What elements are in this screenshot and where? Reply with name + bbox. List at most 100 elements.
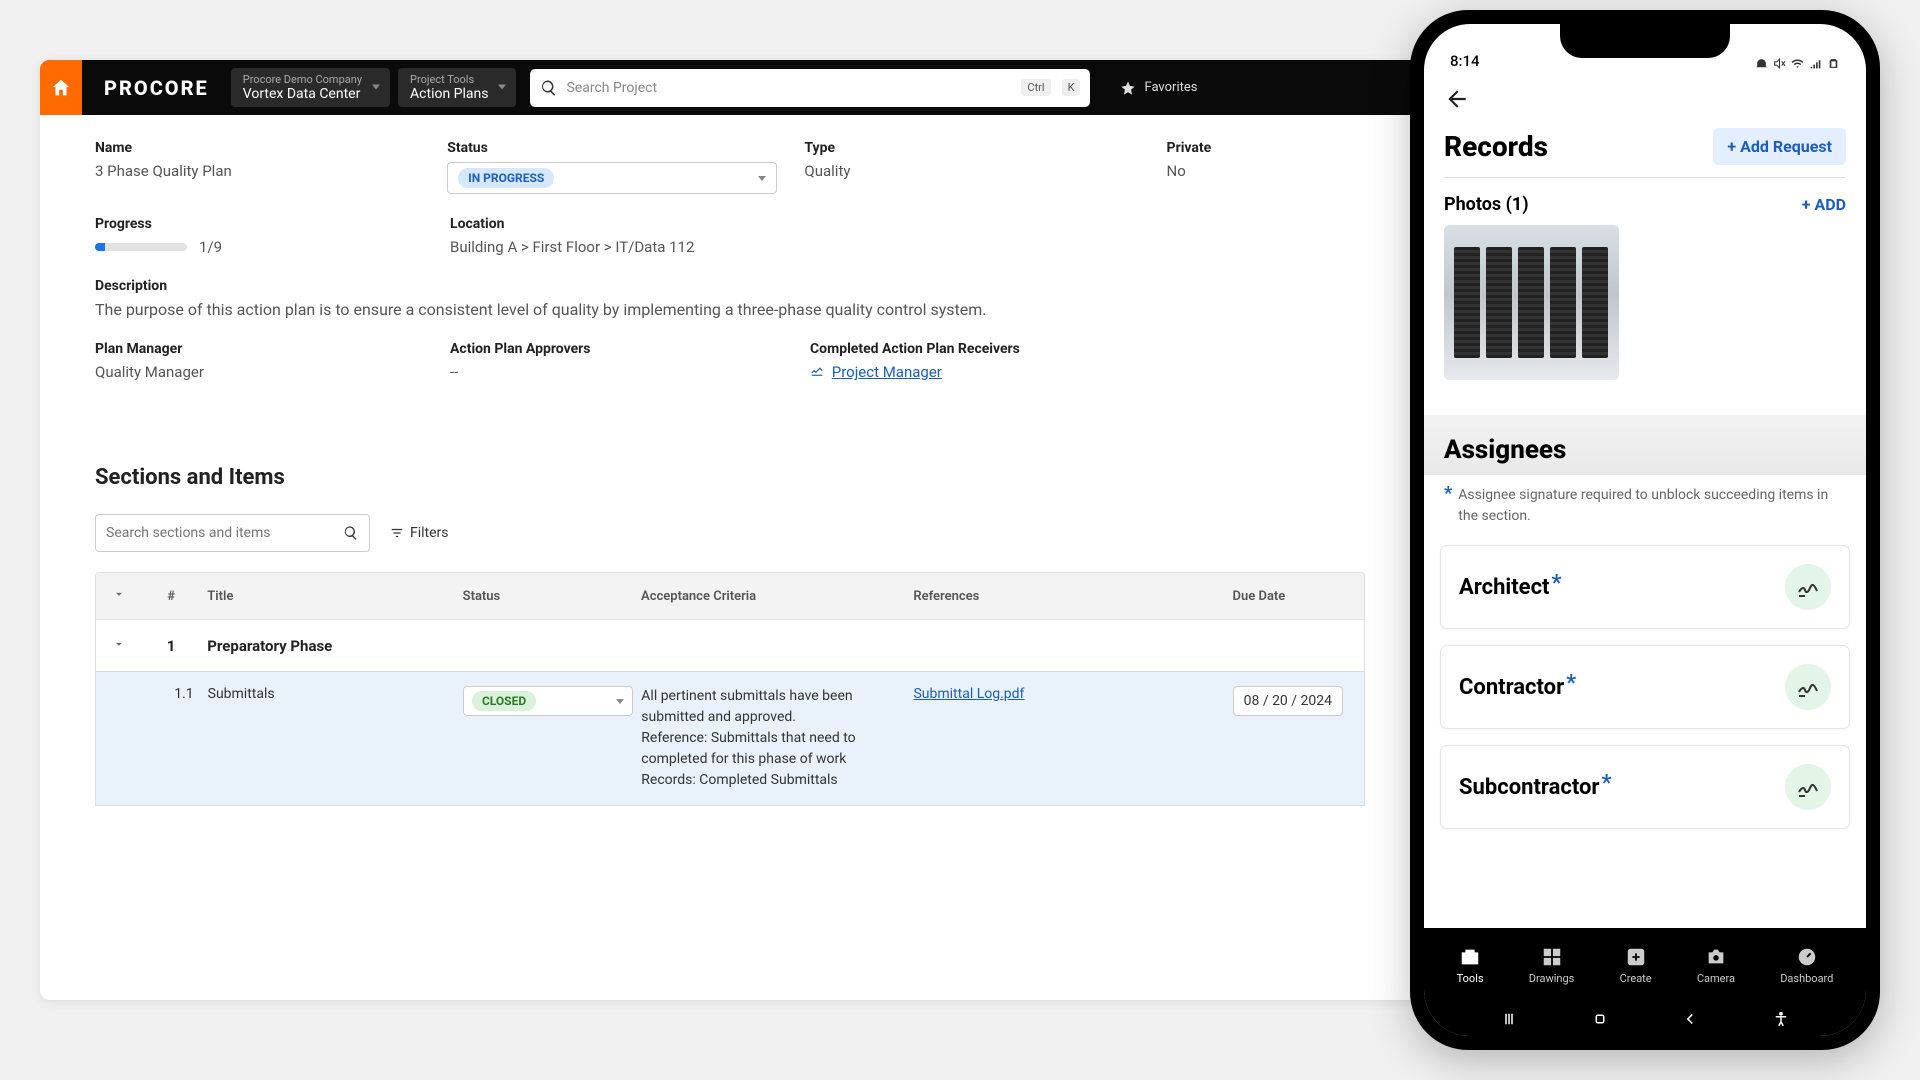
assignee-name: Subcontractor — [1459, 775, 1599, 800]
signature-icon — [1796, 775, 1820, 799]
home-nav-icon[interactable] — [1591, 1010, 1609, 1028]
signature-icon — [1796, 675, 1820, 699]
type-label: Type — [804, 140, 1166, 156]
status-badge: CLOSED — [472, 691, 536, 711]
name-value: 3 Phase Quality Plan — [95, 162, 447, 180]
desktop-window: PROCORE Procore Demo Company Vortex Data… — [40, 60, 1420, 1000]
signature-icon — [810, 363, 824, 381]
progress-bar — [95, 243, 187, 251]
assignee-card[interactable]: Architect* — [1440, 545, 1850, 629]
recents-icon[interactable] — [1500, 1010, 1518, 1028]
tab-dashboard[interactable]: Dashboard — [1780, 946, 1833, 985]
company-label: Procore Demo Company — [243, 73, 362, 86]
col-due: Due Date — [1233, 589, 1364, 604]
item-title: Submittals — [200, 686, 463, 702]
app-logo: PROCORE — [104, 76, 209, 100]
phone-tabbar: Tools Drawings Create Camera Dashboard — [1424, 928, 1866, 1002]
sign-button[interactable] — [1785, 564, 1831, 610]
status-label: Status — [447, 140, 804, 156]
filter-icon — [390, 526, 404, 540]
col-criteria: Acceptance Criteria — [641, 589, 913, 604]
accessibility-icon[interactable] — [1772, 1010, 1790, 1028]
section-row[interactable]: 1 Preparatory Phase — [96, 619, 1364, 671]
add-request-button[interactable]: + Add Request — [1713, 128, 1846, 165]
manager-label: Plan Manager — [95, 341, 450, 357]
status-select[interactable]: IN PROGRESS — [447, 162, 777, 194]
assignee-card[interactable]: Contractor* — [1440, 645, 1850, 729]
phone-time: 8:14 — [1450, 52, 1480, 70]
tab-create[interactable]: Create — [1620, 946, 1652, 985]
signature-icon — [1796, 575, 1820, 599]
kbd-ctrl: Ctrl — [1021, 79, 1050, 96]
chevron-down-icon — [758, 176, 766, 181]
search-icon — [343, 525, 359, 541]
project-search-input[interactable] — [566, 80, 1010, 96]
name-label: Name — [95, 140, 447, 156]
col-status: Status — [463, 589, 641, 604]
status-icons — [1755, 57, 1840, 70]
sections-title: Sections and Items — [95, 465, 1365, 490]
project-search[interactable]: Ctrl K — [530, 69, 1090, 107]
item-status-select[interactable]: CLOSED — [463, 686, 633, 716]
tools-value: Action Plans — [410, 86, 488, 103]
phone-screen: 8:14 Records + Add Request Photos (1) + … — [1424, 24, 1866, 1036]
approvers-value: -- — [450, 363, 810, 381]
photo-thumbnail[interactable] — [1444, 225, 1619, 380]
phone-notch — [1560, 24, 1730, 58]
phone-frame: 8:14 Records + Add Request Photos (1) + … — [1410, 10, 1880, 1050]
company-value: Vortex Data Center — [243, 86, 362, 103]
section-title: Preparatory Phase — [199, 637, 462, 655]
private-label: Private — [1167, 140, 1365, 156]
tab-camera[interactable]: Camera — [1697, 946, 1735, 985]
chevron-down-icon — [616, 699, 624, 704]
back-button[interactable] — [1444, 80, 1846, 128]
company-dropdown[interactable]: Procore Demo Company Vortex Data Center — [231, 68, 390, 108]
assignees-note-text: Assignee signature required to unblock s… — [1458, 485, 1846, 527]
favorites-button[interactable]: Favorites — [1120, 80, 1197, 96]
col-references: References — [913, 589, 1232, 604]
tab-drawings[interactable]: Drawings — [1529, 946, 1575, 985]
assignees-header: Assignees — [1424, 415, 1866, 475]
reference-link[interactable]: Submittal Log.pdf — [913, 686, 1024, 702]
type-value: Quality — [804, 162, 1166, 180]
description-label: Description — [95, 278, 1365, 294]
tools-label: Project Tools — [410, 73, 488, 86]
col-title: Title — [199, 589, 462, 604]
tab-tools[interactable]: Tools — [1457, 946, 1484, 985]
sections-search-input[interactable] — [106, 525, 335, 541]
star-icon — [1120, 80, 1136, 96]
table-header: # Title Status Acceptance Criteria Refer… — [96, 573, 1364, 619]
arrow-left-icon — [1444, 86, 1470, 112]
chevron-down-icon[interactable] — [112, 637, 126, 655]
filters-button[interactable]: Filters — [390, 525, 449, 541]
item-num: 1.1 — [143, 686, 200, 702]
items-table: # Title Status Acceptance Criteria Refer… — [95, 572, 1365, 806]
android-navbar — [1424, 1002, 1866, 1036]
back-nav-icon[interactable] — [1681, 1010, 1699, 1028]
sign-button[interactable] — [1785, 764, 1831, 810]
plan-details: Name 3 Phase Quality Plan Status IN PROG… — [40, 115, 1420, 417]
wifi-icon — [1791, 57, 1804, 70]
assignee-name: Architect — [1459, 575, 1549, 600]
location-value: Building A > First Floor > IT/Data 112 — [450, 238, 1365, 256]
progress-label: Progress — [95, 216, 450, 232]
col-num: # — [143, 589, 199, 604]
home-button[interactable] — [40, 60, 82, 115]
sign-button[interactable] — [1785, 664, 1831, 710]
description-value: The purpose of this action plan is to en… — [95, 300, 1365, 319]
sections-search[interactable] — [95, 514, 370, 552]
section-num: 1 — [143, 637, 199, 655]
camera-icon — [1705, 946, 1727, 968]
chevron-down-icon[interactable] — [112, 587, 126, 605]
search-icon — [540, 79, 558, 97]
item-row[interactable]: 1.1 Submittals CLOSED All pertinent subm… — [96, 671, 1364, 805]
tools-dropdown[interactable]: Project Tools Action Plans — [398, 68, 516, 108]
assignee-card[interactable]: Subcontractor* — [1440, 745, 1850, 829]
add-photo-button[interactable]: + ADD — [1802, 195, 1846, 214]
receivers-link[interactable]: Project Manager — [832, 363, 942, 381]
plus-icon — [1625, 946, 1647, 968]
top-bar: PROCORE Procore Demo Company Vortex Data… — [40, 60, 1420, 115]
status-badge: IN PROGRESS — [458, 168, 554, 188]
due-date-field[interactable]: 08 / 20 / 2024 — [1233, 686, 1343, 716]
photos-label: Photos (1) — [1444, 194, 1529, 215]
